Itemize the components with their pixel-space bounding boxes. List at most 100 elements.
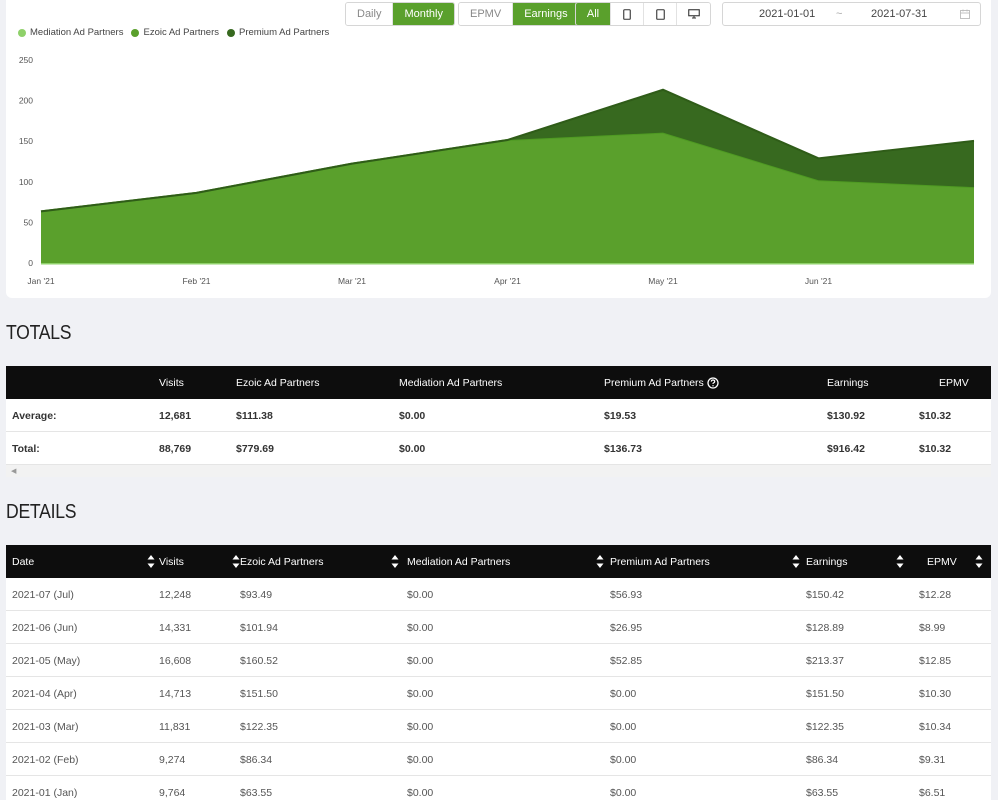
legend-item-premium[interactable]: Premium Ad Partners — [227, 27, 329, 38]
horizontal-scrollbar[interactable]: ◀ — [6, 465, 991, 477]
table-cell: $130.92 — [827, 409, 865, 422]
totals-row: Total: 88,769 $779.69 $0.00 $136.73 $916.42 $1… — [6, 432, 991, 465]
table-cell: $150.42 — [806, 588, 844, 601]
x-tick-label: Jan '21 — [27, 276, 54, 286]
table-cell: $0.00 — [407, 588, 434, 601]
details-col-epmv[interactable]: EPMV — [927, 545, 957, 578]
earnings-button[interactable]: Earnings — [513, 3, 579, 25]
sort-icon[interactable] — [596, 554, 604, 569]
period-toggle: Daily Monthly — [345, 2, 455, 26]
details-col-visits[interactable]: Visits — [159, 545, 184, 578]
table-cell: $151.50 — [240, 687, 278, 700]
table-cell: $0.00 — [399, 442, 426, 455]
table-cell: $52.85 — [610, 654, 643, 667]
details-row: 2021-03 (Mar) 11,831 $122.35 $0.00 $0.00 $122… — [6, 710, 991, 743]
table-cell: Average: — [12, 409, 57, 422]
totals-col-ezoic: Ezoic Ad Partners — [236, 376, 320, 389]
details-title: DETAILS — [6, 501, 77, 523]
table-cell: $122.35 — [806, 720, 844, 733]
table-cell: $63.55 — [240, 786, 273, 799]
device-toggle: All — [575, 2, 711, 26]
calendar-icon — [960, 9, 970, 19]
details-row: 2021-01 (Jan) 9,764 $63.55 $0.00 $0.00 $63.55… — [6, 776, 991, 800]
x-tick-label: Mar '21 — [338, 276, 366, 286]
earnings-area-chart: 0 50 100 150 200 250 Jan '21 Feb '21 Mar '21 Apr … — [19, 55, 975, 286]
mobile-icon — [623, 8, 631, 20]
daily-button[interactable]: Daily — [346, 3, 394, 25]
table-cell: $779.69 — [236, 442, 274, 455]
table-cell: $63.55 — [806, 786, 839, 799]
epmv-button[interactable]: EPMV — [459, 3, 514, 25]
y-tick-label: 0 — [28, 258, 33, 268]
date-from[interactable]: 2021-01-01 — [759, 8, 815, 20]
sort-icon[interactable] — [147, 554, 155, 569]
chart-card: Mediation Ad Partners Ezoic Ad Partners … — [6, 0, 991, 298]
table-cell: $56.93 — [610, 588, 643, 601]
table-cell: 14,331 — [159, 621, 192, 634]
x-tick-label: Apr '21 — [494, 276, 521, 286]
table-cell: $19.53 — [604, 409, 637, 422]
sort-icon[interactable] — [896, 554, 904, 569]
table-cell: $10.30 — [919, 687, 952, 700]
table-cell: $0.00 — [610, 753, 637, 766]
x-tick-label: May '21 — [648, 276, 678, 286]
table-cell: 9,274 — [159, 753, 186, 766]
date-to[interactable]: 2021-07-31 — [871, 8, 927, 20]
legend-item-mediation[interactable]: Mediation Ad Partners — [18, 27, 123, 38]
area-ezoic — [41, 132, 974, 263]
desktop-icon — [687, 9, 700, 19]
details-row: 2021-06 (Jun) 14,331 $101.94 $0.00 $26.95 $12… — [6, 611, 991, 644]
help-icon[interactable] — [707, 376, 719, 389]
table-cell: $0.00 — [407, 786, 434, 799]
details-col-mediation-ad-partners[interactable]: Mediation Ad Partners — [407, 545, 510, 578]
monthly-button[interactable]: Monthly — [393, 3, 454, 25]
sort-icon[interactable] — [792, 554, 800, 569]
all-devices-button[interactable]: All — [576, 3, 611, 25]
legend-dot — [227, 28, 235, 37]
date-range-picker[interactable]: 2021-01-01 ~ 2021-07-31 — [722, 2, 981, 26]
table-cell: 2021-06 (Jun) — [12, 621, 78, 634]
mobile-button[interactable] — [611, 3, 644, 25]
table-cell: 14,713 — [159, 687, 192, 700]
table-cell: $136.73 — [604, 442, 642, 455]
table-cell: 11,831 — [159, 720, 191, 733]
table-cell: $0.00 — [407, 753, 434, 766]
sort-icon[interactable] — [975, 554, 983, 569]
x-tick-label: Jun '21 — [805, 276, 832, 286]
details-col-ezoic-ad-partners[interactable]: Ezoic Ad Partners — [240, 545, 323, 578]
tablet-button[interactable] — [644, 3, 677, 25]
details-header: Date Visits Ezoic Ad Partners Mediation Ad … — [6, 545, 991, 578]
details-row: 2021-04 (Apr) 14,713 $151.50 $0.00 $0.00 $151… — [6, 677, 991, 710]
scroll-left-icon[interactable]: ◀ — [11, 467, 16, 475]
details-col-premium-ad-partners[interactable]: Premium Ad Partners — [610, 545, 710, 578]
legend-label: Ezoic Ad Partners — [143, 27, 219, 38]
details-col-date[interactable]: Date — [12, 545, 34, 578]
date-separator: ~ — [836, 8, 843, 20]
table-cell: $0.00 — [407, 654, 434, 667]
table-cell: $128.89 — [806, 621, 844, 634]
details-row: 2021-02 (Feb) 9,274 $86.34 $0.00 $0.00 $86.34… — [6, 743, 991, 776]
table-cell: $86.34 — [806, 753, 839, 766]
sort-icon[interactable] — [232, 554, 240, 569]
y-tick-label: 200 — [19, 96, 33, 106]
table-cell: $160.52 — [240, 654, 278, 667]
table-cell: $111.38 — [236, 409, 273, 422]
details-col-earnings[interactable]: Earnings — [806, 545, 847, 578]
table-cell: $916.42 — [827, 442, 865, 455]
metric-toggle: EPMV Earnings — [458, 2, 580, 26]
table-cell: $213.37 — [806, 654, 844, 667]
table-cell: 2021-02 (Feb) — [12, 753, 79, 766]
table-cell: $0.00 — [610, 786, 637, 799]
totals-body: Average: 12,681 $111.38 $0.00 $19.53 $130.92 $… — [6, 399, 991, 465]
y-tick-label: 150 — [19, 136, 33, 146]
legend-item-ezoic[interactable]: Ezoic Ad Partners — [131, 27, 219, 38]
sort-icon[interactable] — [391, 554, 399, 569]
table-cell: $26.95 — [610, 621, 643, 634]
table-cell: $12.85 — [919, 654, 952, 667]
totals-title: TOTALS — [6, 322, 72, 344]
totals-col-premium: Premium Ad Partners — [604, 366, 719, 399]
table-cell: $0.00 — [407, 621, 434, 634]
desktop-button[interactable] — [677, 3, 710, 25]
totals-header: Visits Ezoic Ad Partners Mediation Ad Pa… — [6, 366, 991, 399]
table-cell: Total: — [12, 442, 40, 455]
